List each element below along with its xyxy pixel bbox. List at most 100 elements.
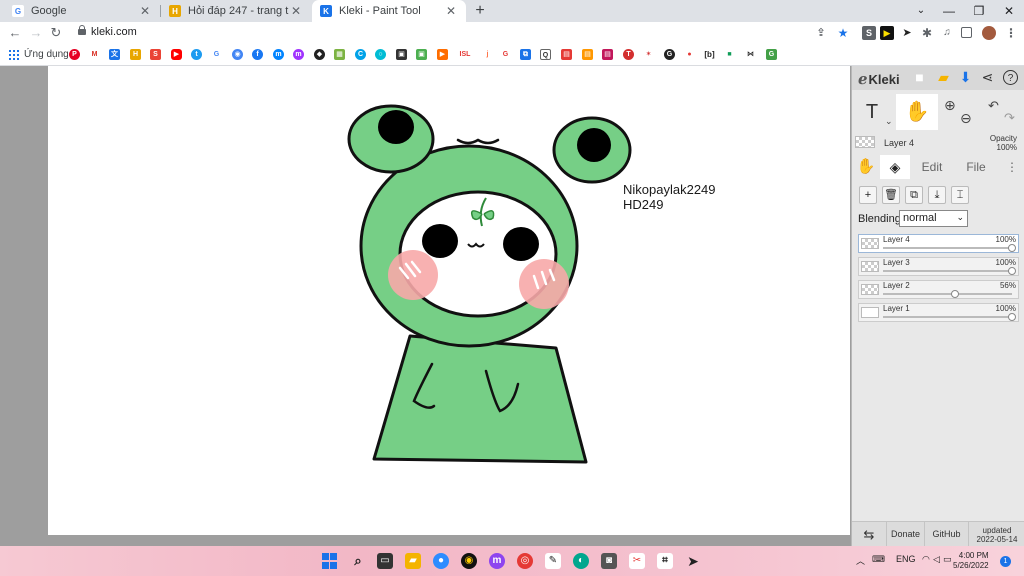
q-bookmark-icon[interactable]: Q xyxy=(540,49,551,60)
redo-icon[interactable]: ↷ xyxy=(1004,110,1015,126)
language-indicator[interactable]: ENG xyxy=(896,554,916,564)
duplicate-layer-icon[interactable]: ⧉ xyxy=(905,186,923,204)
translate-bookmark-icon[interactable]: 文 xyxy=(109,49,120,60)
blending-select[interactable]: normal ⌄ xyxy=(899,210,968,227)
file-explorer-icon[interactable]: ▰ xyxy=(405,553,421,569)
layer-opacity-slider[interactable] xyxy=(883,290,1012,298)
grid-bookmark-icon[interactable]: ▦ xyxy=(334,49,345,60)
zoom-app-icon[interactable]: ● xyxy=(433,553,449,569)
tab-edit[interactable]: Edit xyxy=(910,155,954,179)
cart-bookmark-icon[interactable]: ▤ xyxy=(582,49,593,60)
donate-link[interactable]: Donate xyxy=(886,522,924,547)
minimize-button[interactable]: — xyxy=(934,0,964,22)
panel-more-icon[interactable]: ⋮ xyxy=(1002,155,1022,179)
volume-icon[interactable]: ◁ xyxy=(933,554,940,565)
tab-search-icon[interactable]: ⌄ xyxy=(906,0,936,22)
messenger-app-icon[interactable]: m xyxy=(489,553,505,569)
zoom-out-icon[interactable]: ⊖ xyxy=(960,110,972,127)
address-bar[interactable]: kleki.com xyxy=(91,26,137,38)
extension-cursor-icon[interactable]: ➤ xyxy=(900,26,914,40)
bookmark-star-icon[interactable]: ★ xyxy=(836,26,850,40)
close-tab-icon[interactable]: ✕ xyxy=(444,4,458,18)
layer-item[interactable]: Layer 2 56% xyxy=(858,280,1019,299)
wifi-icon[interactable]: ◠ xyxy=(922,554,930,565)
orange-bookmark-icon[interactable]: ▶ xyxy=(437,49,448,60)
dark-bookmark-icon[interactable]: ▣ xyxy=(396,49,407,60)
shopee-bookmark-icon[interactable]: S xyxy=(150,49,161,60)
extension-s-icon[interactable]: S xyxy=(862,26,876,40)
download-icon[interactable]: ⬇ xyxy=(958,70,973,85)
battery-icon[interactable]: ▭ xyxy=(943,554,952,565)
close-tab-icon[interactable]: ✕ xyxy=(289,4,303,18)
back-button[interactable]: ← xyxy=(7,25,23,41)
apple-bookmark-icon[interactable]: ● xyxy=(684,49,695,60)
tab-kleki[interactable]: K Kleki - Paint Tool ✕ xyxy=(312,0,466,22)
drawing-canvas[interactable]: Nikopaylak2249 HD249 xyxy=(48,66,850,535)
slider-knob[interactable] xyxy=(1008,244,1016,252)
profile-avatar[interactable] xyxy=(982,26,996,40)
swap-side-icon[interactable]: ⇆ xyxy=(852,522,886,547)
search-icon[interactable]: ⌕ xyxy=(350,553,366,569)
layer-opacity-slider[interactable] xyxy=(883,267,1016,275)
canva-bookmark-icon[interactable]: C xyxy=(355,49,366,60)
meet-bookmark-icon[interactable]: ■ xyxy=(724,49,735,60)
apps-grid-icon[interactable] xyxy=(9,50,19,60)
open-folder-icon[interactable]: ▰ xyxy=(936,70,951,85)
keyboard-icon[interactable]: ⌨ xyxy=(872,554,885,565)
layer-item[interactable]: Layer 1 100% xyxy=(858,303,1019,322)
tray-chevron-icon[interactable]: ︿ xyxy=(856,554,865,567)
layer-item[interactable]: Layer 4 100% xyxy=(858,234,1019,253)
reload-button[interactable]: ↻ xyxy=(48,25,64,41)
isl-bookmark-icon[interactable]: ISL xyxy=(457,49,473,60)
restore-button[interactable]: ❐ xyxy=(964,0,994,22)
side-panel-icon[interactable] xyxy=(961,27,972,38)
roblox-bookmark-icon[interactable]: ◆ xyxy=(314,49,325,60)
slider-knob[interactable] xyxy=(1008,267,1016,275)
merge-layer-icon[interactable]: ⤓ xyxy=(928,186,946,204)
browser-menu-icon[interactable]: ⋮ xyxy=(1004,26,1018,40)
snip-app-icon[interactable]: ✂ xyxy=(629,553,645,569)
j-bookmark-icon[interactable]: j xyxy=(482,49,493,60)
new-tab-button[interactable]: + xyxy=(471,1,489,21)
extensions-puzzle-icon[interactable]: ✱ xyxy=(920,26,934,40)
red-bookmark-icon[interactable]: ▤ xyxy=(561,49,572,60)
hoidap-bookmark-icon[interactable]: H xyxy=(130,49,141,60)
current-layer-preview[interactable]: Layer 4 Opacity 100% xyxy=(852,132,1024,154)
ig-bookmark-icon[interactable]: G xyxy=(500,49,511,60)
rename-layer-icon[interactable]: ⌶ xyxy=(951,186,969,204)
app-dark-icon[interactable]: ◉ xyxy=(461,553,477,569)
tt-bookmark-icon[interactable]: T xyxy=(623,49,634,60)
camera-app-icon[interactable]: ◙ xyxy=(601,553,617,569)
facebook-bookmark-icon[interactable]: f xyxy=(252,49,263,60)
messenger-bookmark-icon[interactable]: m xyxy=(273,49,284,60)
slider-knob[interactable] xyxy=(1008,313,1016,321)
star-bookmark-icon[interactable]: ✶ xyxy=(643,49,654,60)
paint-app-icon[interactable]: ✎ xyxy=(545,553,561,569)
delete-layer-icon[interactable]: 🗑 xyxy=(882,186,900,204)
layer-opacity-slider[interactable] xyxy=(883,244,1016,252)
circle-bookmark-icon[interactable]: ○ xyxy=(375,49,386,60)
new-image-icon[interactable]: ■ xyxy=(912,70,927,85)
help-icon[interactable]: ? xyxy=(1003,70,1018,85)
tool-dropdown-icon[interactable]: ⌄ xyxy=(885,116,893,127)
crop-app-icon[interactable]: ⌗ xyxy=(657,553,673,569)
layer-item[interactable]: Layer 3 100% xyxy=(858,257,1019,276)
clock[interactable]: 4:00 PM 5/26/2022 xyxy=(953,551,989,571)
messenger2-bookmark-icon[interactable]: m xyxy=(293,49,304,60)
undo-icon[interactable]: ↶ xyxy=(988,98,999,114)
share-icon[interactable]: ⇪ xyxy=(814,26,828,40)
b-bookmark-icon[interactable]: [b] xyxy=(704,49,715,60)
app-green-icon[interactable]: ◐ xyxy=(573,553,589,569)
tab-hand-icon[interactable]: ✋ xyxy=(852,155,880,179)
close-window-button[interactable]: ✕ xyxy=(994,0,1024,22)
extension-dark-icon[interactable]: ▶ xyxy=(880,26,894,40)
g-bookmark-icon[interactable]: G xyxy=(766,49,777,60)
earth-bookmark-icon[interactable]: ◉ xyxy=(232,49,243,60)
close-tab-icon[interactable]: ✕ xyxy=(138,4,152,18)
task-view-icon[interactable]: ▭ xyxy=(377,553,393,569)
slider-knob[interactable] xyxy=(951,290,960,298)
hand-tool-icon[interactable]: ✋ xyxy=(896,94,938,130)
youtube-bookmark-icon[interactable]: ▶ xyxy=(171,49,182,60)
docs-bookmark-icon[interactable]: ⧉ xyxy=(520,49,531,60)
pink-bookmark-icon[interactable]: ▤ xyxy=(602,49,613,60)
